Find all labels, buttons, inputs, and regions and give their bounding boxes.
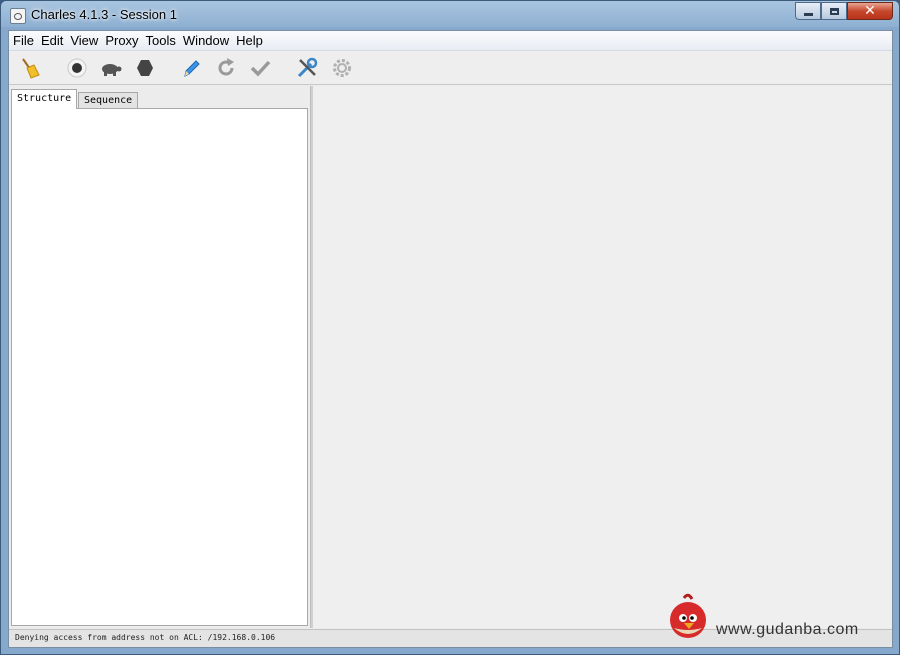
charles-window: Charles 4.1.3 - Session 1 ✕ File Edit Vi…	[0, 0, 900, 655]
menu-help[interactable]: Help	[236, 33, 263, 48]
maximize-icon	[829, 7, 839, 15]
throttle-button[interactable]	[99, 56, 123, 80]
settings-gear-icon	[333, 59, 351, 77]
validate-button[interactable]	[248, 56, 272, 80]
breakpoints-button[interactable]	[133, 56, 157, 80]
tools-icon	[297, 57, 318, 78]
detail-panel	[313, 86, 892, 628]
close-button[interactable]: ✕	[847, 2, 893, 20]
menu-edit[interactable]: Edit	[41, 33, 63, 48]
menu-tools[interactable]: Tools	[146, 33, 176, 48]
watermark: www.gudanba.com	[664, 588, 894, 648]
window-controls: ✕	[795, 2, 893, 20]
menu-file[interactable]: File	[13, 33, 34, 48]
checkmark-icon	[250, 60, 271, 77]
angry-bird-icon	[670, 593, 706, 638]
tools-button[interactable]	[295, 56, 319, 80]
toolbar	[9, 51, 892, 85]
client-area: File Edit View Proxy Tools Window Help S…	[8, 30, 893, 648]
refresh-icon	[218, 58, 234, 76]
tab-structure[interactable]: Structure	[11, 89, 78, 109]
tab-sequence[interactable]: Sequence	[78, 92, 139, 109]
status-message: Denying access from address not on ACL: …	[15, 633, 276, 642]
settings-button[interactable]	[330, 56, 354, 80]
turtle-icon	[102, 64, 122, 76]
menu-proxy[interactable]: Proxy	[105, 33, 138, 48]
menu-window[interactable]: Window	[183, 33, 229, 48]
stop-hexagon-icon	[137, 60, 153, 76]
record-icon	[67, 58, 87, 78]
structure-tree[interactable]	[11, 108, 308, 626]
watermark-text: www.gudanba.com	[716, 621, 859, 638]
minimize-button[interactable]	[795, 2, 821, 20]
minimize-icon	[803, 12, 813, 16]
repeat-button[interactable]	[214, 56, 238, 80]
broom-icon	[22, 58, 40, 79]
record-button[interactable]	[65, 56, 89, 80]
navigator-panel: Structure Sequence	[9, 86, 310, 628]
window-title: Charles 4.1.3 - Session 1	[31, 7, 177, 22]
menu-view[interactable]: View	[70, 33, 98, 48]
close-icon: ✕	[864, 3, 876, 19]
title-bar[interactable]: Charles 4.1.3 - Session 1 ✕	[1, 1, 899, 29]
menu-bar: File Edit View Proxy Tools Window Help	[9, 31, 892, 51]
pencil-icon	[184, 60, 200, 77]
charles-jar-icon	[10, 8, 26, 24]
maximize-button[interactable]	[821, 2, 847, 20]
clear-session-button[interactable]	[18, 56, 42, 80]
compose-button[interactable]	[179, 56, 203, 80]
